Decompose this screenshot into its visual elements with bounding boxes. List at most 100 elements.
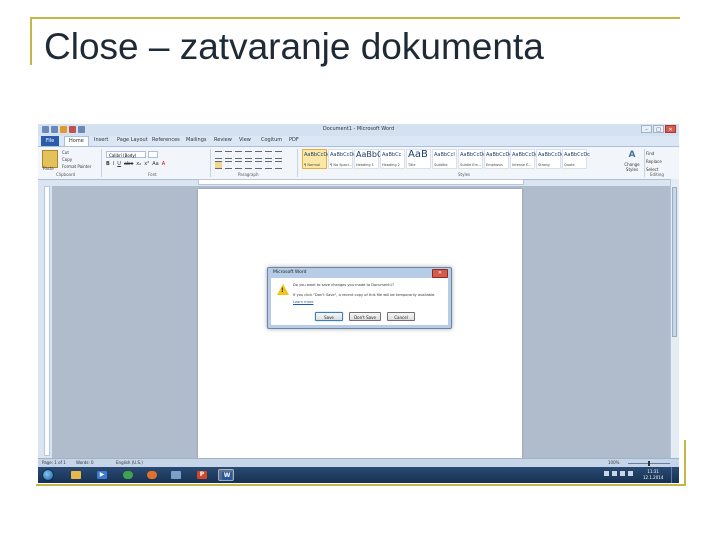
editing-group-label: Editing bbox=[650, 172, 664, 177]
slide-frame-right-line bbox=[684, 440, 686, 486]
tab-pdf[interactable]: PDF bbox=[289, 137, 299, 143]
start-button[interactable] bbox=[42, 469, 54, 481]
page-count[interactable]: Page: 1 of 1 bbox=[42, 460, 66, 465]
word-count[interactable]: Words: 0 bbox=[76, 460, 94, 465]
style-heading-1[interactable]: AaBbCc Heading 1 bbox=[354, 149, 387, 169]
style-label: Subtitle bbox=[434, 163, 448, 167]
find-button[interactable]: Find bbox=[646, 150, 662, 158]
font-size-field[interactable] bbox=[148, 151, 158, 158]
change-case-button[interactable]: Aa bbox=[152, 161, 158, 167]
style-subtle-emphasis[interactable]: AaBbCcDc Subtle Em... bbox=[458, 149, 486, 169]
bold-button[interactable]: B bbox=[106, 161, 110, 167]
underline-button[interactable]: U bbox=[117, 161, 121, 167]
language-indicator[interactable]: English (U.S.) bbox=[116, 460, 143, 465]
dialog-close-button[interactable]: ✕ bbox=[432, 269, 448, 278]
tab-view[interactable]: View bbox=[239, 137, 251, 143]
volume-icon[interactable] bbox=[612, 471, 617, 476]
style-subtitle[interactable]: AaBbCcI Subtitle bbox=[432, 149, 457, 169]
pilcrow-icon[interactable] bbox=[275, 151, 282, 159]
superscript-button[interactable]: x² bbox=[144, 161, 149, 167]
chrome-icon bbox=[123, 471, 133, 479]
style-label: Strong bbox=[538, 163, 550, 167]
dialog-detail: If you click "Don't Save", a recent copy… bbox=[293, 293, 436, 297]
align-left-icon[interactable] bbox=[215, 161, 222, 169]
align-center-icon[interactable] bbox=[225, 161, 232, 169]
taskbar-clock[interactable]: 11:31 12.1.2014 bbox=[643, 469, 663, 481]
decrease-indent-icon[interactable] bbox=[245, 151, 252, 159]
style-intense-emphasis[interactable]: AaBbCcDc Intense E... bbox=[510, 149, 538, 169]
dont-save-button[interactable]: Don't Save bbox=[349, 312, 381, 321]
borders-icon[interactable] bbox=[275, 161, 282, 169]
tab-insert[interactable]: Insert bbox=[94, 137, 108, 143]
style-preview: AaBbCcDc bbox=[304, 152, 330, 158]
taskbar-media-player[interactable]: ▶ bbox=[94, 469, 110, 481]
copy-button[interactable]: Copy bbox=[62, 157, 72, 162]
taskbar-word[interactable]: W bbox=[218, 469, 234, 481]
taskbar-chrome[interactable] bbox=[120, 469, 136, 481]
style-heading-2[interactable]: AaBbCc Heading 2 bbox=[380, 149, 405, 169]
dialog-body: ! Do you want to save changes you made t… bbox=[271, 278, 448, 325]
justify-icon[interactable] bbox=[245, 161, 252, 169]
zoom-level[interactable]: 100% bbox=[608, 460, 619, 465]
tab-mailings[interactable]: Mailings bbox=[186, 137, 207, 143]
dialog-message: Do you want to save changes you made to … bbox=[293, 283, 395, 287]
taskbar-firefox[interactable] bbox=[144, 469, 160, 481]
save-button[interactable]: Save bbox=[315, 312, 343, 321]
sort-icon[interactable] bbox=[265, 151, 272, 159]
tab-page-layout[interactable]: Page Layout bbox=[117, 137, 148, 143]
taskbar-paint[interactable] bbox=[168, 469, 184, 481]
style-normal[interactable]: AaBbCcDc ¶ Normal bbox=[302, 149, 330, 169]
strikethrough-button[interactable]: abe bbox=[124, 161, 133, 167]
font-name-field[interactable]: Calibri (Body) bbox=[106, 151, 146, 158]
tab-references[interactable]: References bbox=[152, 137, 180, 143]
shading-icon[interactable] bbox=[265, 161, 272, 169]
network-icon[interactable] bbox=[604, 471, 609, 476]
multilevel-list-icon[interactable] bbox=[235, 151, 242, 159]
vertical-ruler[interactable] bbox=[44, 186, 50, 456]
style-strong[interactable]: AaBbCcDc Strong bbox=[536, 149, 564, 169]
style-title[interactable]: AaB Title bbox=[406, 149, 431, 169]
subscript-button[interactable]: x₂ bbox=[136, 161, 141, 167]
slide-frame-top-line bbox=[30, 17, 680, 19]
keyboard-icon[interactable] bbox=[628, 471, 633, 476]
taskbar-explorer[interactable] bbox=[68, 469, 84, 481]
font-color-button[interactable]: A bbox=[162, 161, 165, 167]
scrollbar-thumb[interactable] bbox=[672, 187, 677, 337]
style-emphasis[interactable]: AaBbCcDc Emphasis bbox=[484, 149, 512, 169]
taskbar-powerpoint[interactable]: P bbox=[194, 469, 210, 481]
close-window-button[interactable]: ✕ bbox=[665, 125, 676, 133]
style-quote[interactable]: AaBbCcDc Quote bbox=[562, 149, 590, 169]
numbering-icon[interactable] bbox=[225, 151, 232, 159]
tab-file[interactable]: File bbox=[41, 136, 59, 146]
windows-explorer-icon bbox=[71, 471, 81, 479]
horizontal-ruler[interactable] bbox=[198, 179, 524, 185]
cut-button[interactable]: Cut bbox=[62, 150, 69, 155]
learn-more-link[interactable]: Learn more bbox=[293, 300, 314, 304]
format-painter-button[interactable]: Format Painter bbox=[62, 164, 91, 169]
style-label: Intense E... bbox=[512, 163, 532, 167]
line-spacing-icon[interactable] bbox=[255, 161, 262, 169]
italic-button[interactable]: I bbox=[113, 161, 114, 167]
increase-indent-icon[interactable] bbox=[255, 151, 262, 159]
tab-home[interactable]: Home bbox=[64, 136, 89, 146]
style-preview: AaBbCcDc bbox=[564, 152, 590, 158]
change-styles-button[interactable]: A Change Styles bbox=[622, 150, 642, 174]
zoom-slider[interactable] bbox=[628, 461, 670, 466]
vertical-scrollbar[interactable] bbox=[670, 179, 679, 458]
bullets-icon[interactable] bbox=[215, 151, 222, 159]
cancel-button[interactable]: Cancel bbox=[387, 312, 415, 321]
replace-button[interactable]: Replace bbox=[646, 158, 662, 166]
tab-cogitum[interactable]: Cogitum bbox=[261, 137, 282, 143]
tab-review[interactable]: Review bbox=[214, 137, 232, 143]
group-separator bbox=[297, 149, 298, 177]
style-label: ¶ No Spaci... bbox=[330, 163, 353, 167]
minimize-button[interactable]: – bbox=[641, 125, 652, 133]
show-desktop-button[interactable] bbox=[671, 467, 679, 483]
paragraph-row-1 bbox=[215, 151, 282, 159]
style-no-spacing[interactable]: AaBbCcDc ¶ No Spaci... bbox=[328, 149, 356, 169]
style-preview: AaBbCcDc bbox=[460, 152, 486, 158]
paste-button[interactable]: Paste bbox=[43, 166, 54, 171]
maximize-button[interactable]: □ bbox=[653, 125, 664, 133]
flag-icon[interactable] bbox=[620, 471, 625, 476]
align-right-icon[interactable] bbox=[235, 161, 242, 169]
